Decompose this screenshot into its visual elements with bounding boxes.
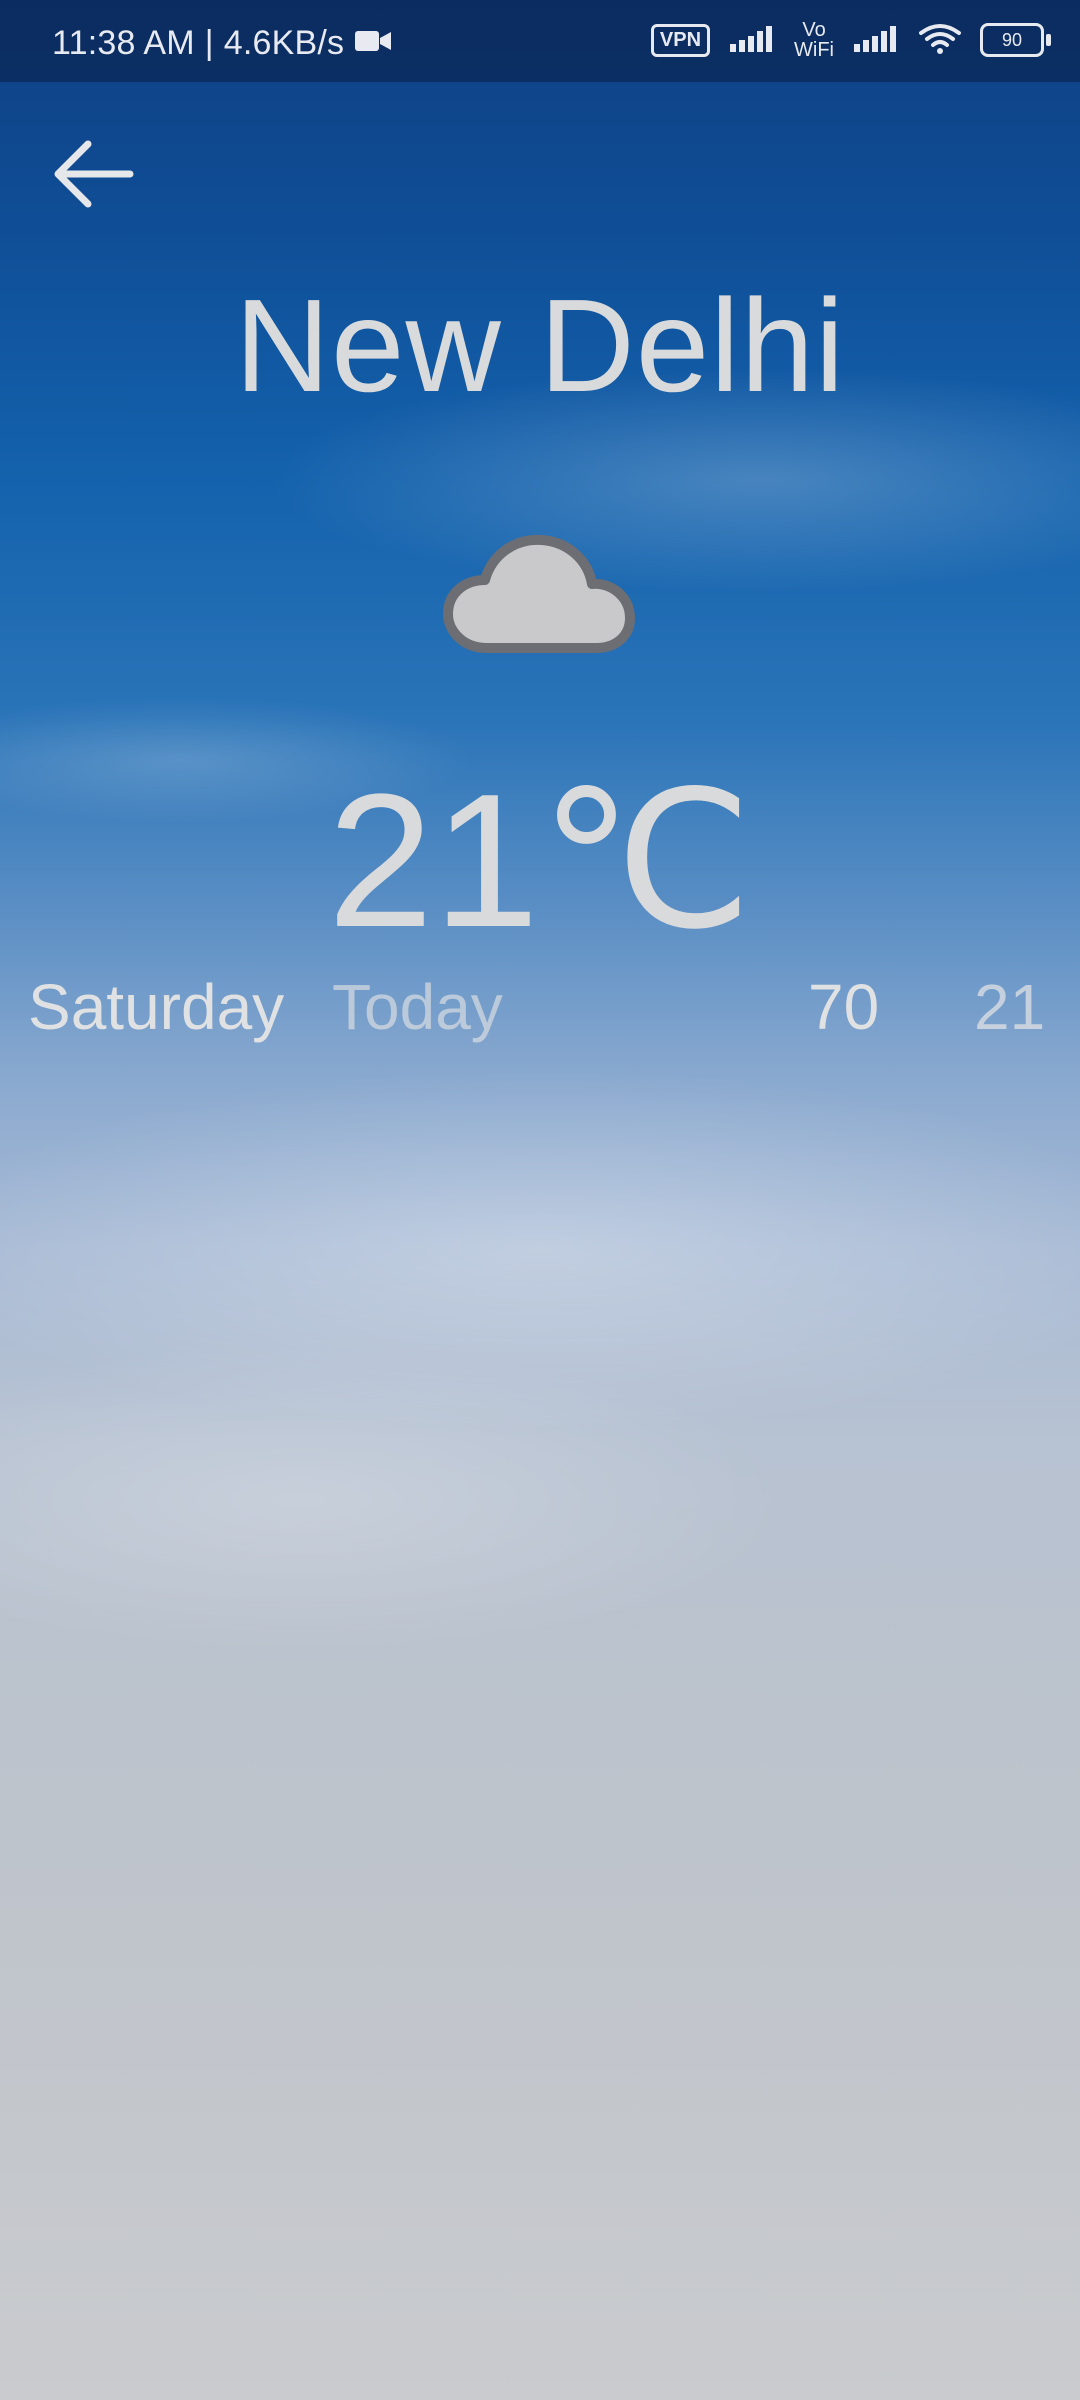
signal-icon (728, 22, 776, 59)
signal-icon-2 (852, 22, 900, 59)
vowifi-top-label: Vo (802, 19, 826, 41)
video-camera-icon (354, 24, 392, 63)
back-button[interactable] (44, 128, 140, 224)
cloud-icon (442, 530, 638, 670)
status-bar: 11:38 AM | 4.6KB/s VPN Vo WiFi 90 (0, 0, 1080, 82)
forecast-day: Saturday (28, 971, 285, 1043)
forecast-humidity: 70 (808, 971, 880, 1043)
vpn-badge: VPN (650, 23, 711, 57)
forecast-today-label: Today (332, 971, 503, 1043)
forecast-row: Saturday Today 70 21 (0, 970, 1080, 1050)
vowifi-indicator: Vo WiFi (794, 20, 834, 60)
forecast-temperature: 21 (974, 971, 1046, 1043)
battery-icon: 90 (980, 23, 1051, 57)
status-speed: 4.6KB/s (223, 24, 345, 62)
arrow-left-icon (44, 126, 140, 227)
city-name: New Delhi (234, 272, 846, 419)
wifi-icon (918, 21, 962, 60)
battery-level: 90 (1001, 29, 1023, 50)
vowifi-bottom-label: WiFi (794, 39, 834, 61)
status-left: 11:38 AM | 4.6KB/s (52, 24, 392, 63)
temperature-value: 21℃ (327, 755, 753, 967)
status-separator: | (204, 24, 214, 62)
weather-screen: 11:38 AM | 4.6KB/s VPN Vo WiFi 90 New De… (0, 0, 1080, 2400)
status-time: 11:38 AM (52, 24, 195, 62)
status-right: VPN Vo WiFi 90 (650, 20, 1051, 60)
